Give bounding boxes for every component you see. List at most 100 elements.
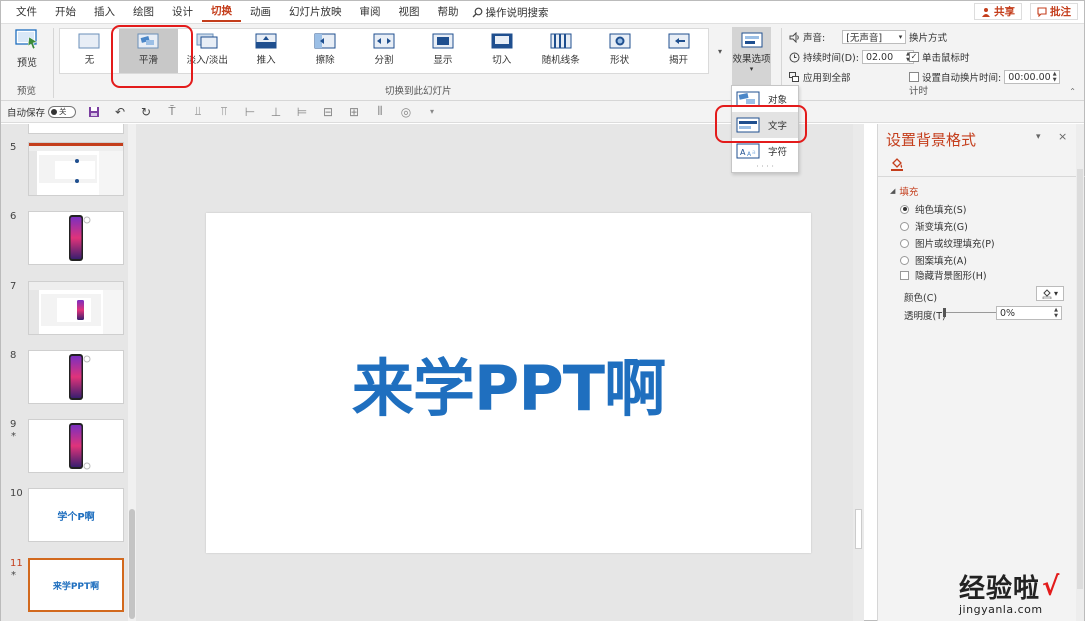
undo-button[interactable]: ↶ <box>112 104 128 120</box>
duration-input[interactable]: 02.00 ▲ ▼ <box>861 50 914 64</box>
auto-advance-input[interactable]: 00:00.00 ▲ ▼ <box>1004 70 1061 84</box>
menu-draw[interactable]: 绘图 <box>124 1 163 23</box>
autosave-control[interactable]: 自动保存 关 <box>7 105 77 119</box>
timing-group-label: 计时 <box>909 86 929 97</box>
comment-label: 批注 <box>1050 6 1071 18</box>
option-label: 隐藏背景图形(H) <box>915 271 987 282</box>
autosave-toggle[interactable]: 关 <box>48 105 77 118</box>
gallery-more-button[interactable]: ▾ <box>713 28 727 74</box>
comment-button[interactable]: 批注 <box>1030 3 1078 20</box>
menu-animations[interactable]: 动画 <box>241 1 280 23</box>
current-slide[interactable]: 来学PPT啊 <box>206 213 811 553</box>
sound-row: 声音: [无声音] ▾ <box>789 30 907 44</box>
align-left-button[interactable]: ⊢ <box>242 104 258 120</box>
menu-view[interactable]: 视图 <box>390 1 429 23</box>
distribute-horizontal-button[interactable]: ⫴ <box>372 104 388 120</box>
menu-home[interactable]: 开始 <box>46 1 85 23</box>
align-center-button[interactable]: ⊥ <box>268 104 284 120</box>
slider-knob[interactable] <box>943 308 946 317</box>
effect-options-button[interactable]: 效果选项 ▾ <box>732 27 771 87</box>
slide-title-text[interactable]: 来学PPT啊 <box>206 338 811 428</box>
transition-random-bars[interactable]: 随机线条 <box>531 29 590 73</box>
distribute-button[interactable]: ⊟ <box>320 104 336 120</box>
advance-header: 换片方式 <box>909 30 947 44</box>
menu-design[interactable]: 设计 <box>163 1 202 23</box>
radio-icon <box>900 238 909 248</box>
tell-me-search[interactable]: 操作说明搜索 <box>472 5 549 20</box>
on-click-checkbox[interactable]: ✓ 单击鼠标时 <box>909 50 970 64</box>
fill-section-header[interactable]: ◢ 填充 <box>890 184 918 198</box>
merge-shapes-button[interactable]: ◎ <box>398 104 414 120</box>
gradient-fill-option[interactable]: 渐变填充(G) <box>900 219 968 233</box>
duration-row: 持续时间(D): 02.00 ▲ ▼ <box>789 50 914 64</box>
canvas-scrollbar[interactable] <box>853 124 864 621</box>
fill-bucket-icon[interactable] <box>890 157 904 174</box>
pattern-fill-option[interactable]: 图案填充(A) <box>900 253 967 267</box>
slide-number: 10 <box>10 488 23 499</box>
slide-thumbnail[interactable] <box>28 419 124 473</box>
scrollbar-thumb[interactable] <box>129 509 135 619</box>
autosave-state: 关 <box>59 107 67 116</box>
align-top-button[interactable]: ⫪ <box>216 104 232 120</box>
slide-thumbnail[interactable] <box>28 281 124 335</box>
transition-split[interactable]: 分割 <box>355 29 414 73</box>
thumbnail-scrollbar[interactable] <box>128 124 136 621</box>
menu-help[interactable]: 帮助 <box>429 1 468 23</box>
split-transition-icon <box>373 33 395 49</box>
scrollbar-thumb[interactable] <box>855 509 862 549</box>
align-middle-button[interactable]: ⊞ <box>346 104 362 120</box>
pane-options-icon[interactable]: ▾ <box>1036 132 1041 142</box>
slide-number: 11 <box>10 558 23 569</box>
transparency-input[interactable]: 0% ▲ ▼ <box>996 306 1062 320</box>
autosave-label: 自动保存 <box>7 107 46 119</box>
preview-button[interactable]: 预览 <box>5 28 49 86</box>
fade-transition-icon <box>196 33 218 49</box>
color-picker-button[interactable]: ▾ <box>1036 286 1064 301</box>
dropdown-resize-handle[interactable]: · · · · <box>732 163 798 171</box>
menu-insert[interactable]: 插入 <box>85 1 124 23</box>
slide-thumbnail[interactable]: 学个P啊 <box>28 488 124 542</box>
transition-cut[interactable]: 切入 <box>472 29 531 73</box>
transition-uncover[interactable]: 揭开 <box>649 29 708 73</box>
menu-file[interactable]: 文件 <box>7 1 46 23</box>
picture-fill-option[interactable]: 图片或纹理填充(P) <box>900 236 995 250</box>
transparency-label: 透明度(T) <box>904 311 946 322</box>
pane-scrollbar[interactable] <box>1076 124 1084 621</box>
pane-divider <box>878 176 1085 177</box>
close-icon[interactable]: × <box>1058 130 1067 143</box>
slide-thumbnail[interactable] <box>28 142 124 196</box>
search-icon <box>472 7 482 17</box>
slide-thumbnail-selected[interactable]: 来学PPT啊 <box>28 558 124 612</box>
align-bottom-button[interactable]: ⫫ <box>190 104 206 120</box>
transparency-slider[interactable] <box>943 308 997 317</box>
redo-button[interactable]: ↻ <box>138 104 154 120</box>
slide-thumbnail[interactable] <box>28 211 124 265</box>
menu-review[interactable]: 审阅 <box>351 1 390 23</box>
share-button[interactable]: 共享 <box>974 3 1022 20</box>
apply-all-button[interactable]: 应用到全部 <box>789 70 851 84</box>
timing-group: 声音: [无声音] ▾ 持续时间(D): 02.00 ▲ ▼ 应用到全部 换片方式… <box>789 27 1061 87</box>
transition-shape[interactable]: 形状 <box>590 29 649 73</box>
collapse-ribbon-icon[interactable]: ⌃ <box>1069 87 1076 96</box>
save-button[interactable] <box>86 104 102 120</box>
menu-slideshow[interactable]: 幻灯片放映 <box>280 1 351 23</box>
slide-thumbnail[interactable] <box>28 350 124 404</box>
present-button[interactable]: ⍑ <box>164 104 180 120</box>
duration-label: 持续时间(D): <box>803 53 859 64</box>
hide-background-graphics-option[interactable]: 隐藏背景图形(H) <box>900 268 987 282</box>
slide-thumbnail[interactable] <box>28 124 124 134</box>
save-icon <box>89 106 100 117</box>
customize-toolbar-button[interactable]: ▾ <box>424 104 440 120</box>
solid-fill-option[interactable]: 纯色填充(S) <box>900 202 966 216</box>
transition-wipe[interactable]: 擦除 <box>296 29 355 73</box>
phone-image-icon <box>69 215 91 261</box>
menu-transitions[interactable]: 切换 <box>202 2 241 22</box>
preview-icon <box>15 29 38 50</box>
transition-push[interactable]: 推入 <box>237 29 296 73</box>
auto-advance-checkbox[interactable] <box>909 72 919 82</box>
align-right-button[interactable]: ⊨ <box>294 104 310 120</box>
scrollbar-thumb[interactable] <box>1077 169 1083 589</box>
ribbon-separator <box>53 28 54 98</box>
sound-select[interactable]: [无声音] ▾ <box>842 30 907 44</box>
transition-reveal[interactable]: 显示 <box>413 29 472 73</box>
